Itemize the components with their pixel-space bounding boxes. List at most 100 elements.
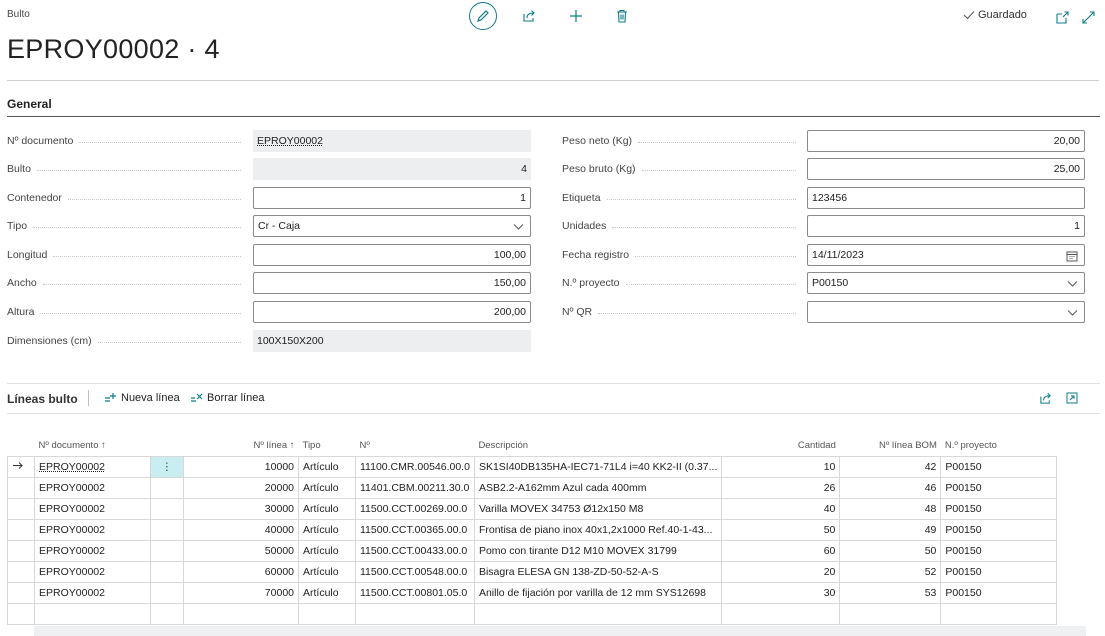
cell-document[interactable]: EPROY00002	[34, 539, 151, 562]
cell-line-no[interactable]: 50000	[183, 539, 299, 562]
cell-description[interactable]: Varilla MOVEX 34753 Ø12x150 M8	[473, 497, 723, 520]
col-header-quantity[interactable]: Cantidad	[722, 435, 840, 456]
cell-project[interactable]: P00150	[940, 560, 1058, 583]
cell-project[interactable]: P00150	[940, 497, 1058, 520]
cell-description[interactable]: ASB2.2-A162mm Azul cada 400mm	[473, 476, 723, 499]
cell-quantity[interactable]: 40	[721, 497, 841, 520]
open-new-window-button[interactable]	[1048, 3, 1076, 31]
cell-no[interactable]	[355, 602, 475, 625]
cell-project[interactable]: P00150	[940, 518, 1058, 541]
cell-description[interactable]: Frontisa de piano inox 40x1,2x1000 Ref.4…	[473, 518, 723, 541]
row-menu[interactable]: ⋮	[150, 455, 184, 478]
cell-project[interactable]: P00150	[940, 476, 1058, 499]
table-row[interactable]	[7, 602, 1058, 625]
cell-no[interactable]: 11500.CCT.00801.05.0	[355, 581, 475, 604]
field-fecha-registro[interactable]: 14/11/2023	[807, 244, 1085, 266]
cell-project[interactable]: P00150	[940, 581, 1058, 604]
cell-project[interactable]: P00150	[940, 539, 1058, 562]
table-row[interactable]: EPROY00002 60000 Artículo 11500.CCT.00548.0…	[7, 560, 1058, 583]
cell-bom-line[interactable]	[839, 602, 942, 625]
table-row[interactable]: EPROY00002 50000 Artículo 11500.CCT.00433.0…	[7, 539, 1058, 562]
cell-type[interactable]: Artículo	[298, 581, 356, 604]
cell-document[interactable]: EPROY00002	[34, 581, 151, 604]
col-header-line-no[interactable]: Nº línea ↑	[184, 435, 299, 456]
expand-button[interactable]	[1074, 3, 1102, 31]
cell-type[interactable]: Artículo	[298, 539, 356, 562]
field-unidades[interactable]: 1	[807, 215, 1085, 237]
cell-bom-line[interactable]: 42	[839, 455, 942, 478]
cell-description[interactable]: Pomo con tirante D12 M10 MOVEX 31799	[473, 539, 723, 562]
row-menu[interactable]	[150, 539, 184, 562]
row-menu[interactable]	[150, 560, 184, 583]
share-button[interactable]	[515, 2, 543, 30]
col-header-project[interactable]: N.º proyecto	[941, 435, 1057, 456]
cell-document[interactable]: EPROY00002	[34, 497, 151, 520]
table-row[interactable]: EPROY00002 30000 Artículo 11500.CCT.00269.0…	[7, 497, 1058, 520]
col-header-bom-line[interactable]: Nº línea BOM	[840, 435, 941, 456]
cell-bom-line[interactable]: 46	[839, 476, 942, 499]
cell-quantity[interactable]: 26	[721, 476, 841, 499]
row-menu[interactable]	[150, 518, 184, 541]
cell-quantity[interactable]: 50	[721, 518, 841, 541]
cell-document[interactable]: EPROY00002	[34, 476, 151, 499]
cell-bom-line[interactable]: 50	[839, 539, 942, 562]
cell-type[interactable]	[298, 602, 356, 625]
lines-expand-button[interactable]	[1058, 384, 1086, 412]
cell-type[interactable]: Artículo	[298, 560, 356, 583]
field-altura[interactable]: 200,00	[253, 301, 531, 323]
col-header-no[interactable]: Nº	[356, 435, 475, 456]
cell-type[interactable]: Artículo	[298, 497, 356, 520]
table-row[interactable]: EPROY00002 20000 Artículo 11401.CBM.00211.3…	[7, 476, 1058, 499]
cell-document[interactable]	[34, 602, 151, 625]
cell-bom-line[interactable]: 53	[839, 581, 942, 604]
cell-description[interactable]: SK1SI40DB135HA-IEC71-71L4 i=40 KK2-II (0…	[473, 455, 723, 478]
cell-bom-line[interactable]: 49	[839, 518, 942, 541]
cell-no[interactable]: 11500.CCT.00548.00.0	[355, 560, 475, 583]
table-row[interactable]: EPROY00002 40000 Artículo 11500.CCT.00365.0…	[7, 518, 1058, 541]
cell-bom-line[interactable]: 52	[839, 560, 942, 583]
cell-document[interactable]: EPROY00002	[34, 560, 151, 583]
cell-quantity[interactable]: 20	[721, 560, 841, 583]
cell-no[interactable]: 11500.CCT.00365.00.0	[355, 518, 475, 541]
cell-document[interactable]: EPROY00002	[34, 455, 151, 478]
cell-quantity[interactable]	[721, 602, 841, 625]
table-row[interactable]: EPROY00002 70000 Artículo 11500.CCT.00801.0…	[7, 581, 1058, 604]
table-row[interactable]: EPROY00002 ⋮ 10000 Artículo 11100.CMR.00546.…	[7, 455, 1058, 478]
field-contenedor[interactable]: 1	[253, 187, 531, 209]
cell-bom-line[interactable]: 48	[839, 497, 942, 520]
col-header-type[interactable]: Tipo	[299, 435, 356, 456]
cell-document[interactable]: EPROY00002	[34, 518, 151, 541]
cell-line-no[interactable]: 60000	[183, 560, 299, 583]
field-peso-neto-kg[interactable]: 20,00	[807, 130, 1085, 152]
cell-description[interactable]: Anillo de fijación por varilla de 12 mm …	[473, 581, 723, 604]
col-header-description[interactable]: Descripción	[474, 435, 721, 456]
cell-quantity[interactable]: 10	[721, 455, 841, 478]
cell-quantity[interactable]: 60	[721, 539, 841, 562]
cell-description[interactable]	[473, 602, 723, 625]
cell-type[interactable]: Artículo	[298, 455, 356, 478]
delete-button[interactable]	[608, 2, 636, 30]
row-menu[interactable]	[150, 581, 184, 604]
cell-project[interactable]	[940, 602, 1058, 625]
field-peso-bruto-kg[interactable]: 25,00	[807, 158, 1085, 180]
cell-line-no[interactable]: 10000	[183, 455, 299, 478]
row-menu[interactable]	[150, 497, 184, 520]
field-n-qr[interactable]	[807, 301, 1085, 323]
cell-no[interactable]: 11401.CBM.00211.30.0	[355, 476, 475, 499]
lines-share-button[interactable]	[1031, 384, 1059, 412]
row-menu[interactable]	[150, 602, 184, 625]
field-ancho[interactable]: 150,00	[253, 272, 531, 294]
cell-line-no[interactable]	[183, 602, 299, 625]
col-header-document[interactable]: Nº documento ↑	[35, 435, 151, 456]
cell-project[interactable]: P00150	[940, 455, 1058, 478]
cell-no[interactable]: 11100.CMR.00546.00.0	[355, 455, 475, 478]
cell-type[interactable]: Artículo	[298, 476, 356, 499]
cell-quantity[interactable]: 30	[721, 581, 841, 604]
cell-line-no[interactable]: 30000	[183, 497, 299, 520]
field-n-documento[interactable]: EPROY00002	[253, 130, 531, 152]
cell-line-no[interactable]: 40000	[183, 518, 299, 541]
field-etiqueta[interactable]: 123456	[807, 187, 1085, 209]
field-tipo[interactable]: Cr - Caja	[253, 215, 531, 237]
cell-no[interactable]: 11500.CCT.00433.00.0	[355, 539, 475, 562]
row-menu[interactable]	[150, 476, 184, 499]
